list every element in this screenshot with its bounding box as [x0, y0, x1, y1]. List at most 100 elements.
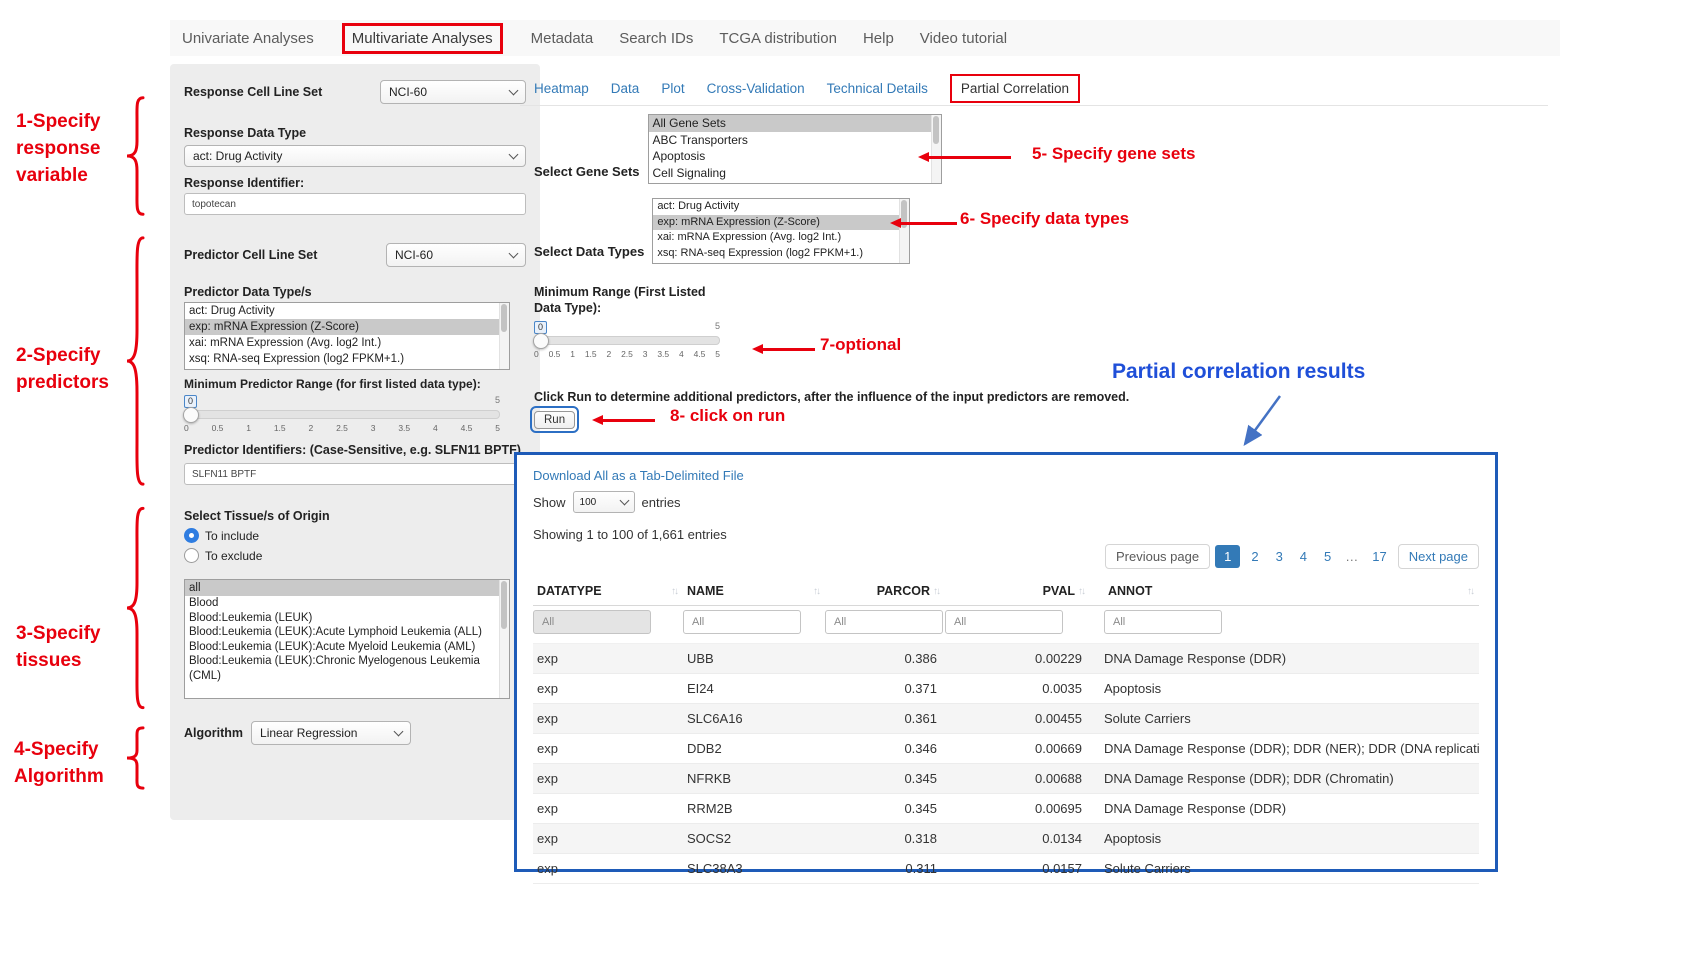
slider-track[interactable]: [534, 336, 720, 345]
listbox-option[interactable]: Blood:Leukemia (LEUK):Acute Myeloid Leuk…: [185, 640, 499, 655]
sort-icon[interactable]: ↑↓: [813, 586, 821, 597]
scrollbar-thumb[interactable]: [501, 304, 507, 332]
table-row[interactable]: exp SLC6A16 0.361 0.00455 Solute Carrier…: [533, 704, 1479, 734]
tab-cross-validation[interactable]: Cross-Validation: [707, 81, 805, 96]
listbox-option[interactable]: Apoptosis: [649, 148, 931, 165]
tissue-include-radio[interactable]: To include: [184, 528, 526, 543]
column-header-annot[interactable]: ANNOT↑↓: [1090, 577, 1479, 606]
entries-label: entries: [642, 495, 681, 510]
gene-sets-listbox[interactable]: All Gene Sets ABC Transporters Apoptosis…: [648, 114, 942, 184]
nav-item-univariate-analyses[interactable]: Univariate Analyses: [182, 30, 314, 47]
page-button-1[interactable]: 1: [1215, 545, 1240, 568]
scrollbar[interactable]: [931, 115, 941, 183]
table-row[interactable]: exp DDB2 0.346 0.00669 DNA Damage Respon…: [533, 734, 1479, 764]
listbox-option-selected[interactable]: All Gene Sets: [649, 115, 931, 132]
nav-item-metadata[interactable]: Metadata: [531, 30, 594, 47]
page-button-4[interactable]: 4: [1294, 546, 1313, 567]
table-row[interactable]: exp SOCS2 0.318 0.0134 Apoptosis: [533, 824, 1479, 854]
scrollbar[interactable]: [499, 303, 509, 369]
response-data-type-select[interactable]: act: Drug Activity: [184, 145, 526, 167]
nav-item-search-ids[interactable]: Search IDs: [619, 30, 693, 47]
listbox-option[interactable]: act: Drug Activity: [653, 199, 899, 215]
nav-item-multivariate-analyses[interactable]: Multivariate Analyses: [342, 23, 503, 54]
listbox-option[interactable]: xsq: RNA-seq Expression (log2 FPKM+1.): [185, 351, 499, 367]
gene-sets-label: Select Gene Sets: [534, 164, 640, 179]
algorithm-select[interactable]: Linear Regression: [251, 721, 411, 745]
min-range-slider[interactable]: 0 5 0 0.5 1 1.5 2 2.5 3 3.5 4 4.5 5: [534, 321, 720, 359]
listbox-option[interactable]: Blood:Leukemia (LEUK): [185, 611, 499, 626]
scrollbar[interactable]: [499, 580, 509, 698]
scrollbar-thumb[interactable]: [501, 581, 507, 629]
predictor-identifiers-input[interactable]: [184, 463, 526, 485]
tab-data[interactable]: Data: [611, 81, 640, 96]
run-button[interactable]: Run: [534, 411, 575, 429]
slider-track[interactable]: [184, 410, 500, 419]
listbox-option[interactable]: ABC Transporters: [649, 132, 931, 149]
tissue-listbox[interactable]: all Blood Blood:Leukemia (LEUK) Blood:Le…: [184, 579, 510, 699]
download-link[interactable]: Download All as a Tab-Delimited File: [533, 468, 744, 483]
filter-pval-input[interactable]: [945, 610, 1063, 634]
slider-handle[interactable]: [533, 333, 549, 349]
next-page-button[interactable]: Next page: [1398, 544, 1479, 569]
listbox-option-selected[interactable]: exp: mRNA Expression (Z-Score): [653, 215, 899, 231]
table-row[interactable]: exp RRM2B 0.345 0.00695 DNA Damage Respo…: [533, 794, 1479, 824]
table-row[interactable]: exp UBB 0.386 0.00229 DNA Damage Respons…: [533, 644, 1479, 674]
listbox-option-selected[interactable]: exp: mRNA Expression (Z-Score): [185, 319, 499, 335]
page-button-3[interactable]: 3: [1270, 546, 1289, 567]
column-header-name[interactable]: NAME↑↓: [683, 577, 825, 606]
listbox-option[interactable]: Blood:Leukemia (LEUK):Acute Lymphoid Leu…: [185, 625, 499, 640]
listbox-option[interactable]: xai: mRNA Expression (Avg. log2 Int.): [653, 230, 899, 246]
predictor-cell-line-set-select[interactable]: NCI-60: [386, 243, 526, 267]
previous-page-button[interactable]: Previous page: [1105, 544, 1210, 569]
filter-parcor-input[interactable]: [825, 610, 943, 634]
listbox-option[interactable]: Blood:Leukemia (LEUK):Chronic Myelogenou…: [185, 654, 499, 683]
tab-partial-correlation[interactable]: Partial Correlation: [950, 74, 1080, 103]
brace-step1: [122, 94, 148, 218]
listbox-option[interactable]: Blood: [185, 596, 499, 611]
table-row[interactable]: exp EI24 0.371 0.0035 Apoptosis: [533, 674, 1479, 704]
chevron-down-icon: [394, 727, 404, 737]
scrollbar[interactable]: [899, 199, 909, 263]
tick-label: 3: [371, 423, 376, 433]
tab-plot[interactable]: Plot: [661, 81, 684, 96]
min-predictor-range-slider[interactable]: 0 5 0 0.5 1 1.5 2 2.5 3 3.5 4 4.5 5: [184, 395, 500, 433]
cell-annot: DNA Damage Response (DDR); DDR (NER); DD…: [1090, 734, 1479, 764]
filter-datatype-input[interactable]: [533, 610, 651, 634]
predictor-data-types-listbox[interactable]: act: Drug Activity exp: mRNA Expression …: [184, 302, 510, 370]
listbox-option[interactable]: act: Drug Activity: [185, 303, 499, 319]
table-row[interactable]: exp SLC38A3 0.311 0.0157 Solute Carriers: [533, 854, 1479, 884]
radio-checked-icon: [184, 528, 199, 543]
entries-count-select[interactable]: 100: [573, 491, 635, 513]
response-identifier-input[interactable]: [184, 193, 526, 215]
listbox-option[interactable]: xsq: RNA-seq Expression (log2 FPKM+1.): [653, 246, 899, 262]
nav-item-help[interactable]: Help: [863, 30, 894, 47]
tab-heatmap[interactable]: Heatmap: [534, 81, 589, 96]
cell-pval: 0.00455: [945, 704, 1090, 734]
table-row[interactable]: exp NFRKB 0.345 0.00688 DNA Damage Respo…: [533, 764, 1479, 794]
column-header-pval[interactable]: PVAL↑↓: [945, 577, 1090, 606]
radio-unchecked-icon: [184, 548, 199, 563]
listbox-option-selected[interactable]: all: [185, 580, 499, 596]
column-header-datatype[interactable]: DATATYPE↑↓: [533, 577, 683, 606]
response-cell-line-set-select[interactable]: NCI-60: [380, 80, 526, 104]
sort-icon[interactable]: ↑↓: [1078, 586, 1086, 597]
cell-pval: 0.0134: [945, 824, 1090, 854]
sort-icon[interactable]: ↑↓: [1467, 586, 1475, 597]
sort-icon[interactable]: ↑↓: [933, 586, 941, 597]
data-types-listbox[interactable]: act: Drug Activity exp: mRNA Expression …: [652, 198, 910, 264]
page-button-5[interactable]: 5: [1318, 546, 1337, 567]
column-header-parcor[interactable]: PARCOR↑↓: [825, 577, 945, 606]
tissue-exclude-radio[interactable]: To exclude: [184, 548, 526, 563]
nav-item-tcga-distribution[interactable]: TCGA distribution: [719, 30, 837, 47]
nav-item-video-tutorial[interactable]: Video tutorial: [920, 30, 1007, 47]
page-button-2[interactable]: 2: [1245, 546, 1264, 567]
listbox-option[interactable]: xai: mRNA Expression (Avg. log2 Int.): [185, 335, 499, 351]
sort-icon[interactable]: ↑↓: [671, 586, 679, 597]
filter-annot-input[interactable]: [1104, 610, 1222, 634]
slider-handle[interactable]: [183, 407, 199, 423]
listbox-option[interactable]: Cell Signaling: [649, 165, 931, 182]
page-button-17[interactable]: 17: [1366, 546, 1392, 567]
tab-technical-details[interactable]: Technical Details: [827, 81, 928, 96]
scrollbar-thumb[interactable]: [933, 116, 939, 144]
filter-name-input[interactable]: [683, 610, 801, 634]
